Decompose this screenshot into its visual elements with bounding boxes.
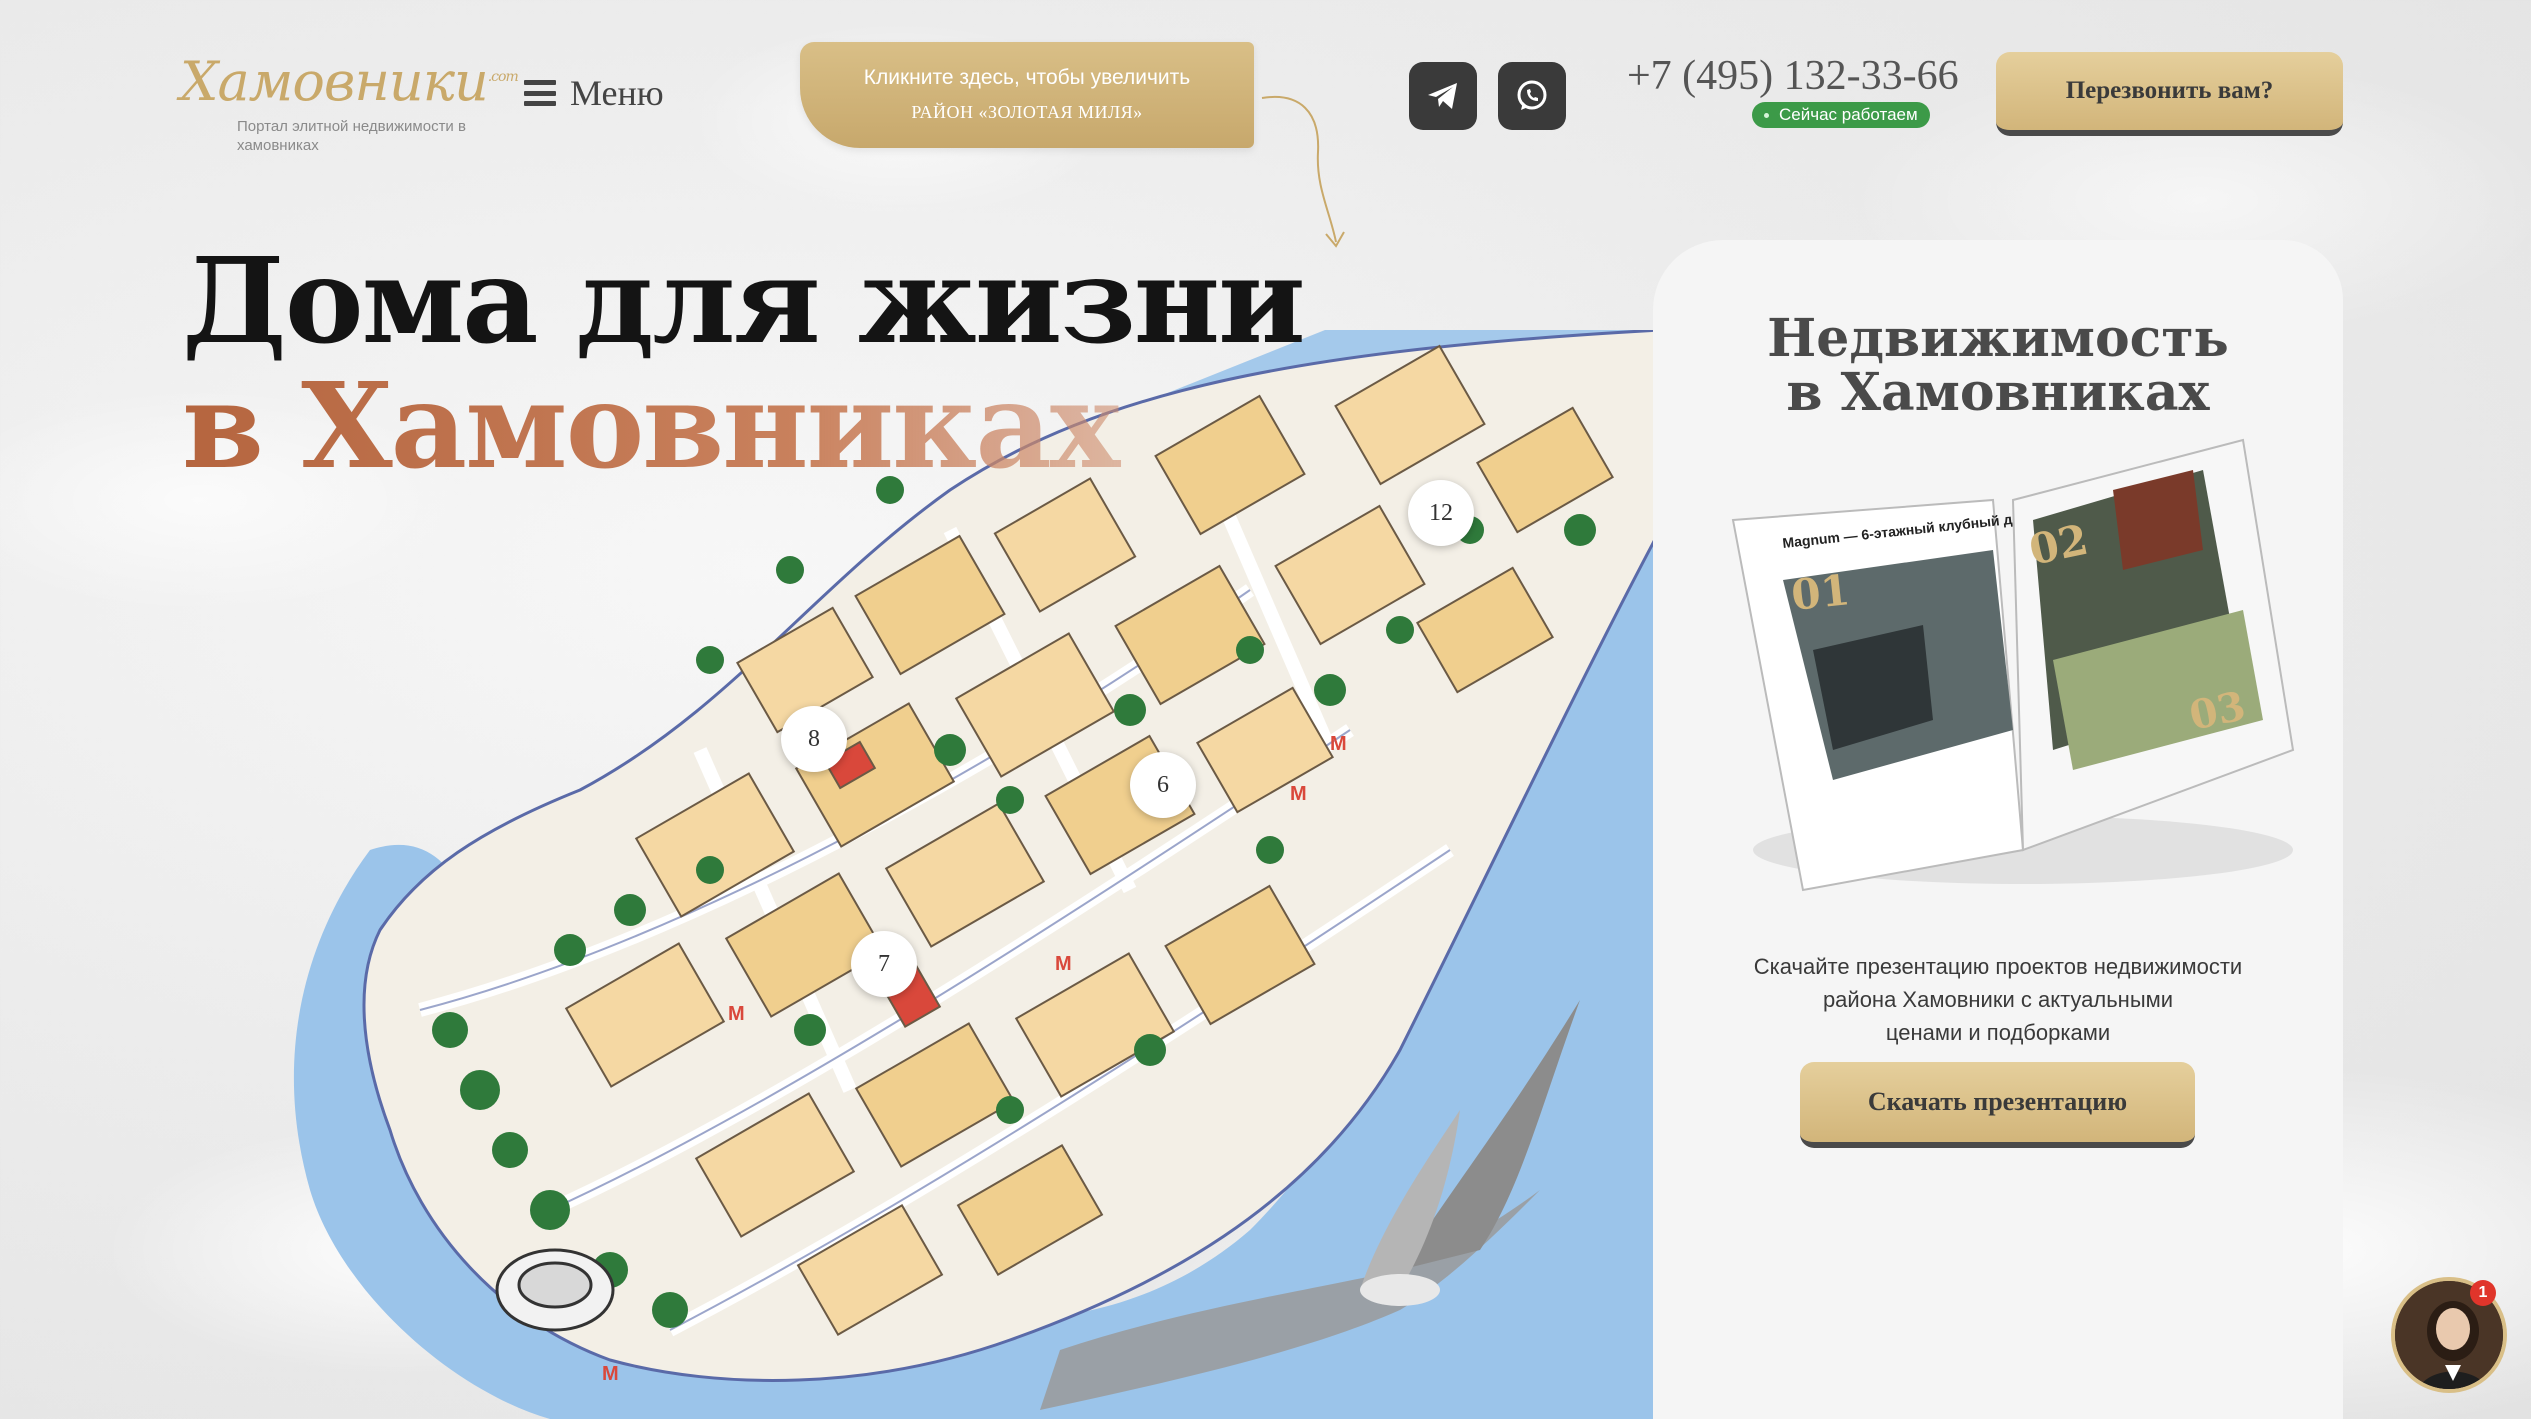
phone-number[interactable]: +7 (495) 132-33-66 bbox=[1627, 52, 1959, 100]
status-text: Сейчас работаем bbox=[1779, 105, 1918, 124]
svg-text:M: M bbox=[1055, 953, 1072, 975]
hero-title-line1: Дома для жизни bbox=[182, 231, 1306, 370]
map-pin-7[interactable]: 7 bbox=[851, 931, 917, 997]
presentation-card: Недвижимость в Хамовниках Magnum — 6-эта… bbox=[1653, 240, 2343, 1419]
zoom-hint-line1: Кликните здесь, чтобы увеличить bbox=[863, 66, 1191, 89]
presentation-description: Скачайте презентацию проектов недвижимос… bbox=[1753, 954, 2243, 1045]
site-logo[interactable]: Хамовники.com Портал элитной недвижимост… bbox=[180, 50, 519, 155]
whatsapp-icon bbox=[1517, 80, 1547, 110]
chat-notification-badge: 1 bbox=[2470, 1280, 2496, 1306]
map-pin-12[interactable]: 12 bbox=[1408, 480, 1474, 546]
svg-text:M: M bbox=[1330, 733, 1347, 755]
map-pin-6[interactable]: 6 bbox=[1130, 752, 1196, 818]
hero-heading: Дома для жизни в Хамовниках bbox=[182, 231, 1306, 488]
hamburger-icon bbox=[524, 80, 556, 106]
seagull-illustration bbox=[1040, 1000, 1580, 1410]
logo-subtitle: Портал элитной недвижимости в хамовниках bbox=[237, 118, 466, 154]
svg-text:M: M bbox=[602, 1363, 619, 1385]
presentation-card-title: Недвижимость в Хамовниках bbox=[1767, 308, 2229, 423]
logo-wordmark: Хамовники.com bbox=[180, 50, 519, 113]
hero-title-line2: в Хамовниках bbox=[182, 363, 1304, 488]
svg-text:01: 01 bbox=[1789, 565, 1852, 620]
map-pin-8[interactable]: 8 bbox=[781, 706, 847, 772]
menu-label: Меню bbox=[570, 73, 664, 113]
magazine-preview: Magnum — 6-этажный клубный дом в Хамовни… bbox=[1731, 438, 2295, 892]
curved-arrow-icon bbox=[1261, 96, 1345, 248]
zoom-hint-line2: РАЙОН «ЗОЛОТАЯ МИЛЯ» bbox=[911, 102, 1143, 122]
download-presentation-button[interactable]: Скачать презентацию bbox=[1800, 1062, 2195, 1148]
svg-text:M: M bbox=[1290, 783, 1307, 805]
whatsapp-button[interactable] bbox=[1498, 62, 1566, 130]
stadium bbox=[495, 1248, 615, 1332]
telegram-button[interactable] bbox=[1409, 62, 1477, 130]
menu-button[interactable]: Меню bbox=[524, 72, 664, 114]
telegram-icon bbox=[1428, 83, 1457, 109]
status-badge: Сейчас работаем bbox=[1752, 102, 1930, 128]
status-dot-icon bbox=[1764, 113, 1769, 119]
callback-button[interactable]: Перезвонить вам? bbox=[1996, 52, 2343, 136]
zoom-district-hint[interactable]: Кликните здесь, чтобы увеличить РАЙОН «З… bbox=[800, 42, 1254, 148]
svg-text:M: M bbox=[728, 1003, 745, 1025]
